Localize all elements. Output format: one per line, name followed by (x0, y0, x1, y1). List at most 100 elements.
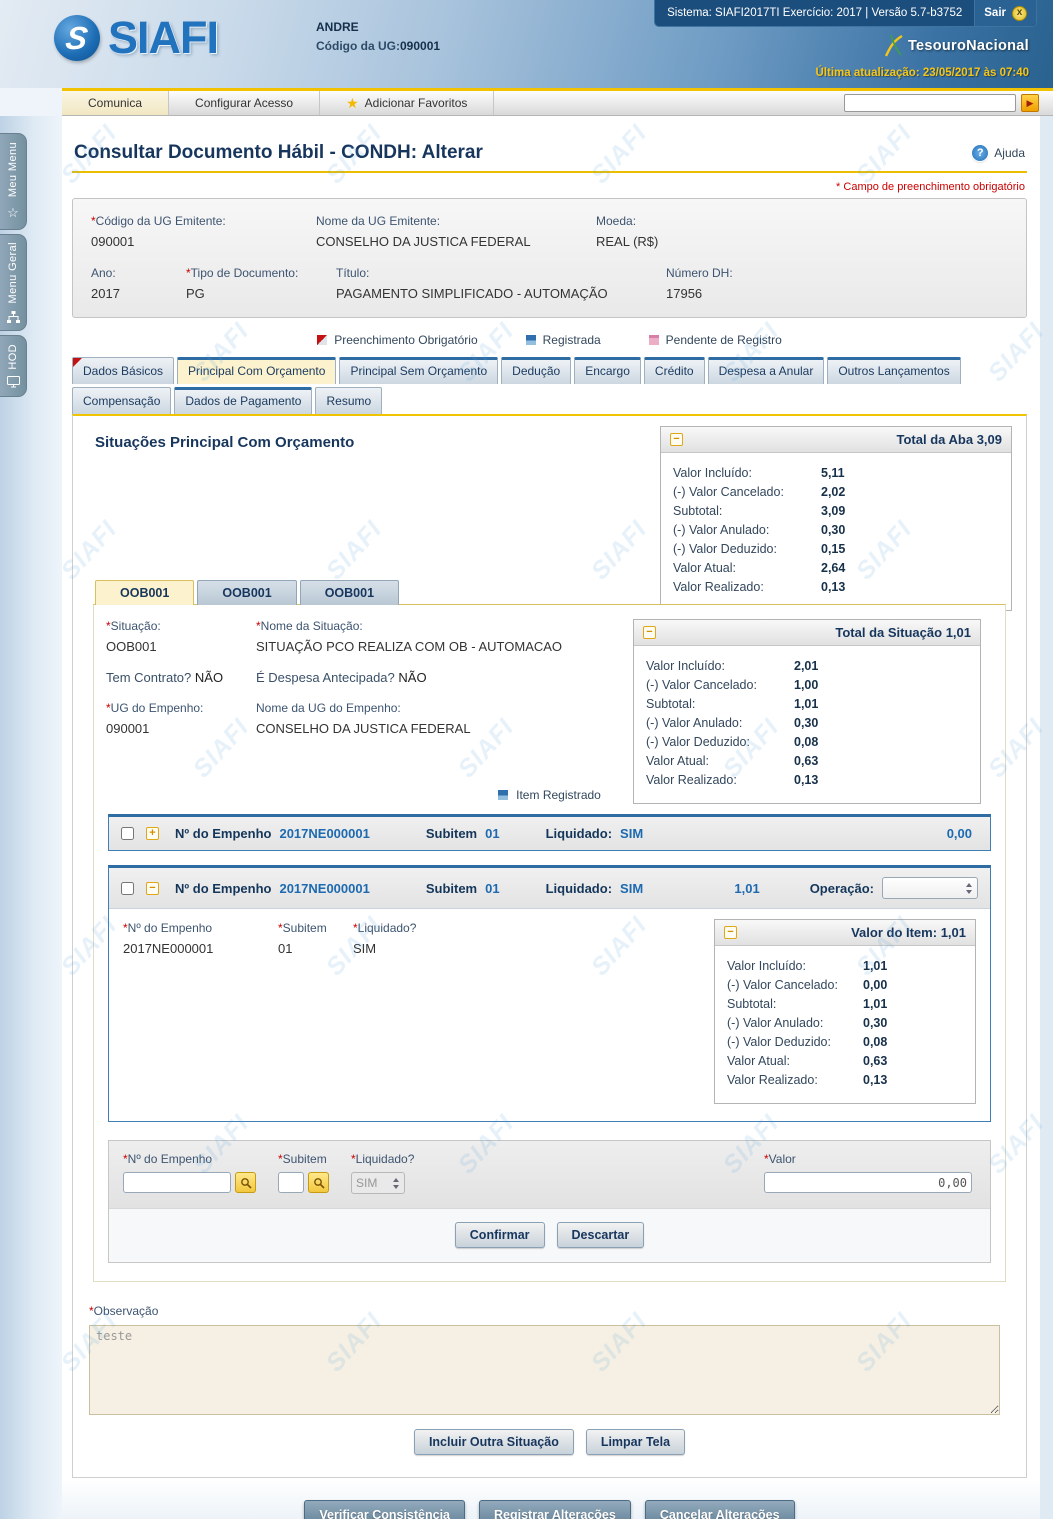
document-tab[interactable]: Principal Sem Orçamento (339, 357, 498, 384)
expand-icon[interactable] (146, 827, 159, 840)
incluir-outra-situacao-button[interactable]: Incluir Outra Situação (414, 1429, 574, 1455)
tesouro-icon (883, 34, 903, 57)
cancelar-alteracoes-button[interactable]: Cancelar Alterações (645, 1500, 795, 1519)
total-row: (-) Valor Anulado: 0,30 (646, 714, 968, 733)
title-row: Consultar Documento Hábil - CONDH: Alter… (72, 116, 1027, 173)
status-legend: Preenchimento Obrigatório Registrada Pen… (70, 333, 1029, 347)
tesouro-nacional-logo: TesouroNacional (883, 34, 1029, 57)
document-tab[interactable]: Resumo (315, 387, 382, 414)
document-tab[interactable]: Dados de Pagamento (174, 387, 312, 414)
document-tab[interactable]: Encargo (574, 357, 641, 384)
situation-tab[interactable]: OOB001 (197, 580, 296, 605)
empenho-checkbox[interactable] (121, 882, 134, 895)
siafi-logo-text: SIAFI (108, 12, 218, 64)
subitem-input[interactable] (278, 1172, 304, 1193)
menu-adicionar-favoritos[interactable]: Adicionar Favoritos (320, 91, 494, 115)
descartar-button[interactable]: Descartar (557, 1222, 645, 1248)
empenho-liquidado: SIM (620, 881, 643, 896)
document-tab[interactable]: Outros Lançamentos (827, 357, 960, 384)
entry-fields: *Nº do Empenho (109, 1141, 990, 1209)
collapse-icon[interactable] (670, 433, 683, 446)
empenho-number[interactable]: 2017NE000001 (279, 826, 369, 841)
nome-situacao-field: *Nome da Situação: SITUAÇÃO PCO REALIZA … (256, 619, 572, 654)
help-link[interactable]: Ajuda (972, 145, 1025, 161)
search-go-button[interactable] (1021, 94, 1039, 112)
legend-icon (649, 335, 659, 345)
total-row: (-) Valor Deduzido: 0,15 (673, 540, 999, 559)
menu-comunica[interactable]: Comunica (62, 91, 169, 115)
total-row: Valor Atual: 0,63 (727, 1052, 963, 1071)
situation-tab[interactable]: OOB001 (300, 580, 399, 605)
entry-valor-group: *Valor (764, 1152, 972, 1193)
collapse-row-icon[interactable] (146, 882, 159, 895)
siafi-logo-icon (54, 15, 100, 61)
ug-label: Código da UG: (316, 39, 400, 53)
total-aba-value: 3,09 (977, 432, 1002, 447)
collapse-icon[interactable] (643, 626, 656, 639)
document-tab[interactable]: Compensação (72, 387, 171, 414)
empenho-input[interactable] (123, 1172, 231, 1193)
total-row: Valor Incluído: 5,11 (673, 464, 999, 483)
doc-field: *Código da UG Emitente: 090001 (91, 214, 316, 249)
star-icon (346, 95, 359, 112)
doc-field: Ano: 2017 (91, 266, 186, 301)
search-input[interactable] (844, 94, 1016, 112)
situation-panel: *Situação: OOB001 *Nome da Situação: SIT… (93, 604, 1006, 1282)
empenho-number[interactable]: 2017NE000001 (279, 881, 369, 896)
document-tab[interactable]: Despesa a Anular (708, 357, 825, 384)
limpar-tela-button[interactable]: Limpar Tela (586, 1429, 685, 1455)
total-situacao-panel: Total da Situação 1,01 Valor Incluído: 2… (633, 619, 981, 804)
doc-field: Nome da UG Emitente: CONSELHO DA JUSTICA… (316, 214, 596, 249)
tab-content-principal-com-orcamento: Situações Principal Com Orçamento Total … (72, 414, 1027, 1478)
document-tab[interactable]: Crédito (644, 357, 705, 384)
legend-icon (317, 335, 327, 345)
situacao-field: *Situação: OOB001 (106, 619, 256, 654)
situation-tab[interactable]: OOB001 (95, 580, 194, 605)
empenho-expanded-body: *Nº do Empenho 2017NE000001 *Subitem 01 (109, 909, 990, 1121)
sidebar-tab-meu-menu[interactable]: Meu Menu (0, 133, 27, 230)
valor-item-panel: Valor do Item: 1,01 Valor Incluído: 1,01 (714, 919, 976, 1104)
valor-input[interactable] (764, 1172, 972, 1193)
sidebar-tab-hod[interactable]: HOD (0, 335, 27, 397)
required-note: * Campo de preenchimento obrigatório (74, 181, 1025, 193)
empenho-lookup-button[interactable] (235, 1172, 256, 1193)
total-row: (-) Valor Cancelado: 2,02 (673, 483, 999, 502)
logout-label: Sair (984, 7, 1006, 19)
observacao-textarea[interactable]: teste (89, 1325, 1000, 1415)
menu-configurar-acesso[interactable]: Configurar Acesso (169, 91, 320, 115)
total-row: Valor Incluído: 1,01 (727, 957, 963, 976)
empenho-expanded-header: Nº do Empenho 2017NE000001 Subitem 01 Li… (109, 868, 990, 909)
operacao-select[interactable] (882, 877, 978, 899)
document-tab[interactable]: Dados Básicos (72, 357, 174, 384)
logout-x-icon[interactable] (1012, 6, 1027, 21)
doc-field: *Tipo de Documento: PG (186, 266, 336, 301)
empenho-checkbox[interactable] (121, 827, 134, 840)
sidebar-tab-menu-geral[interactable]: Menu Geral (0, 234, 27, 331)
confirmar-button[interactable]: Confirmar (455, 1222, 545, 1248)
app-header: SIAFI ANDRE Código da UG:090001 Sistema:… (0, 0, 1053, 88)
menu-bar: Comunica Configurar Acesso Adicionar Fav… (62, 88, 1053, 116)
total-row: (-) Valor Deduzido: 0,08 (646, 733, 968, 752)
user-name: ANDRE (316, 20, 440, 34)
bottom-actions: Verificar Consistência Registrar Alteraç… (70, 1500, 1029, 1519)
logout-button[interactable]: Sair (974, 0, 1036, 26)
monitor-icon (7, 376, 20, 388)
tem-contrato-field: Tem Contrato? NÃO (106, 670, 256, 685)
verificar-consistencia-button[interactable]: Verificar Consistência (304, 1500, 465, 1519)
sitemap-icon (7, 311, 20, 323)
document-tab[interactable]: Dedução (501, 357, 571, 384)
total-row: Subtotal: 1,01 (727, 995, 963, 1014)
subitem-lookup-button[interactable] (308, 1172, 329, 1193)
total-row: Valor Atual: 2,64 (673, 559, 999, 578)
collapse-icon[interactable] (724, 926, 737, 939)
total-row: (-) Valor Anulado: 0,30 (673, 521, 999, 540)
legend-item: Preenchimento Obrigatório (317, 333, 477, 347)
total-row: (-) Valor Cancelado: 1,00 (646, 676, 968, 695)
empenho-detail-field: *Subitem 01 (278, 921, 353, 956)
registrar-alteracoes-button[interactable]: Registrar Alterações (479, 1500, 631, 1519)
document-tab[interactable]: Principal Com Orçamento (177, 357, 336, 384)
legend-icon (526, 335, 536, 345)
doc-field: Moeda: REAL (R$) (596, 214, 668, 249)
empenho-row-expanded: Nº do Empenho 2017NE000001 Subitem 01 Li… (108, 865, 991, 1122)
magnifier-icon (313, 1177, 325, 1189)
